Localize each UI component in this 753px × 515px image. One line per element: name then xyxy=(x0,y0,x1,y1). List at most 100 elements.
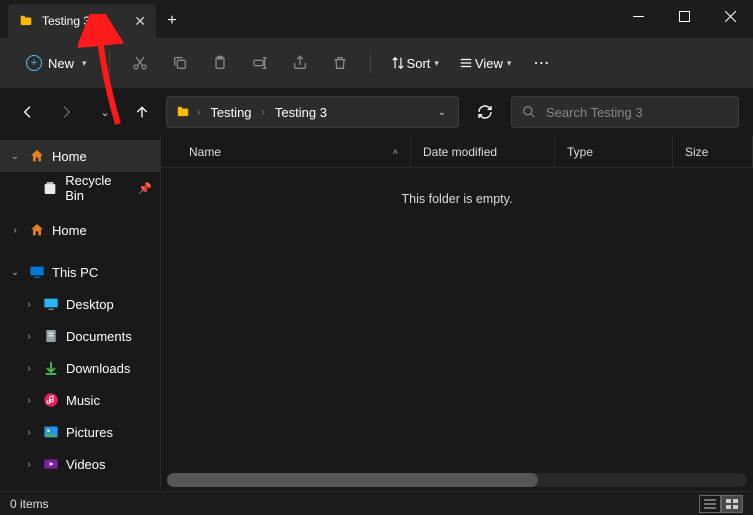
sidebar-item-home[interactable]: ⌄ Home xyxy=(0,140,160,172)
column-label: Size xyxy=(685,145,708,159)
expand-icon[interactable]: › xyxy=(22,363,36,374)
title-bar: Testing 3 ✕ + xyxy=(0,0,753,38)
back-button[interactable] xyxy=(14,98,42,126)
sidebar-label: Desktop xyxy=(66,297,114,312)
sidebar-label: Home xyxy=(52,149,87,164)
pin-icon: 📌 xyxy=(138,182,152,195)
new-tab-button[interactable]: + xyxy=(156,4,188,38)
pictures-icon xyxy=(42,423,60,441)
sidebar-label: Downloads xyxy=(66,361,130,376)
chevron-down-icon: ▾ xyxy=(434,58,439,69)
details-view-toggle[interactable] xyxy=(699,495,721,513)
paste-icon[interactable] xyxy=(202,45,238,81)
column-label: Name xyxy=(189,145,221,159)
view-toggles xyxy=(699,495,743,513)
horizontal-scrollbar[interactable] xyxy=(167,473,747,487)
sidebar-item-videos[interactable]: › Videos xyxy=(0,448,160,480)
column-size[interactable]: Size xyxy=(673,136,753,167)
forward-button[interactable] xyxy=(52,98,80,126)
copy-icon[interactable] xyxy=(162,45,198,81)
sidebar: ⌄ Home · Recycle Bin 📌 › Home ⌄ This PC … xyxy=(0,136,160,491)
search-icon xyxy=(522,105,536,119)
sidebar-item-music[interactable]: › Music xyxy=(0,384,160,416)
column-label: Date modified xyxy=(423,145,497,159)
address-bar[interactable]: › Testing › Testing 3 ⌄ xyxy=(166,96,459,128)
column-name[interactable]: Name ˄ xyxy=(161,136,411,167)
expand-icon[interactable]: › xyxy=(22,331,36,342)
folder-icon xyxy=(175,105,191,119)
chevron-right-icon: › xyxy=(262,107,265,118)
sidebar-label: This PC xyxy=(52,265,98,280)
sidebar-item-home-2[interactable]: › Home xyxy=(0,214,160,246)
scrollbar-thumb[interactable] xyxy=(167,473,538,487)
sidebar-item-documents[interactable]: › Documents xyxy=(0,320,160,352)
music-icon xyxy=(42,391,60,409)
cut-icon[interactable] xyxy=(122,45,158,81)
column-date[interactable]: Date modified xyxy=(411,136,555,167)
breadcrumb-item[interactable]: Testing 3 xyxy=(271,103,331,122)
sort-label: Sort xyxy=(407,56,431,71)
sidebar-item-pictures[interactable]: › Pictures xyxy=(0,416,160,448)
recent-locations-button[interactable]: ⌄ xyxy=(90,98,118,126)
sidebar-label: Home xyxy=(52,223,87,238)
breadcrumb-item[interactable]: Testing xyxy=(206,103,255,122)
expand-icon[interactable]: › xyxy=(22,395,36,406)
view-label: View xyxy=(475,56,503,71)
chevron-right-icon: › xyxy=(197,107,200,118)
collapse-icon[interactable]: ⌄ xyxy=(8,151,22,162)
new-label: New xyxy=(48,56,74,71)
sidebar-item-downloads[interactable]: › Downloads xyxy=(0,352,160,384)
column-type[interactable]: Type xyxy=(555,136,673,167)
desktop-icon xyxy=(42,295,60,313)
sidebar-label: Pictures xyxy=(66,425,113,440)
close-window-button[interactable] xyxy=(707,0,753,32)
expand-icon[interactable]: › xyxy=(22,459,36,470)
maximize-button[interactable] xyxy=(661,0,707,32)
item-count: 0 items xyxy=(10,497,49,511)
more-button[interactable]: ⋯ xyxy=(523,45,559,81)
address-dropdown-icon[interactable]: ⌄ xyxy=(434,103,450,122)
delete-icon[interactable] xyxy=(322,45,358,81)
icons-view-toggle[interactable] xyxy=(721,495,743,513)
sidebar-label: Videos xyxy=(66,457,106,472)
chevron-down-icon: ▾ xyxy=(507,58,512,69)
sidebar-item-recycle-bin[interactable]: · Recycle Bin 📌 xyxy=(0,172,160,204)
chevron-down-icon: ▾ xyxy=(82,58,87,69)
sidebar-item-desktop[interactable]: › Desktop xyxy=(0,288,160,320)
view-icon xyxy=(459,56,473,70)
sort-icon xyxy=(391,56,405,70)
main-body: ⌄ Home · Recycle Bin 📌 › Home ⌄ This PC … xyxy=(0,136,753,491)
column-headers: Name ˄ Date modified Type Size xyxy=(161,136,753,168)
expand-icon[interactable]: › xyxy=(22,299,36,310)
expand-icon[interactable]: › xyxy=(22,427,36,438)
recycle-bin-icon xyxy=(42,179,60,197)
sort-indicator-icon: ˄ xyxy=(393,147,398,157)
plus-icon: + xyxy=(26,55,42,71)
collapse-icon[interactable]: ⌄ xyxy=(8,267,22,278)
sidebar-item-this-pc[interactable]: ⌄ This PC xyxy=(0,256,160,288)
home-icon xyxy=(28,147,46,165)
separator xyxy=(109,52,110,74)
up-button[interactable] xyxy=(128,98,156,126)
expand-icon[interactable]: › xyxy=(8,225,22,236)
videos-icon xyxy=(42,455,60,473)
refresh-button[interactable] xyxy=(469,96,501,128)
downloads-icon xyxy=(42,359,60,377)
content-pane: Name ˄ Date modified Type Size This fold… xyxy=(160,136,753,491)
rename-icon[interactable] xyxy=(242,45,278,81)
empty-folder-message: This folder is empty. xyxy=(161,192,753,206)
share-icon[interactable] xyxy=(282,45,318,81)
sort-button[interactable]: Sort ▾ xyxy=(383,50,447,77)
column-label: Type xyxy=(567,145,593,159)
sidebar-label: Music xyxy=(66,393,100,408)
window-controls xyxy=(615,0,753,32)
close-tab-icon[interactable]: ✕ xyxy=(134,13,146,30)
folder-icon xyxy=(18,14,34,28)
search-input[interactable] xyxy=(546,105,728,120)
view-button[interactable]: View ▾ xyxy=(451,50,519,77)
new-button[interactable]: + New ▾ xyxy=(16,49,97,77)
nav-bar: ⌄ › Testing › Testing 3 ⌄ xyxy=(0,88,753,136)
minimize-button[interactable] xyxy=(615,0,661,32)
tab-active[interactable]: Testing 3 ✕ xyxy=(8,4,156,38)
search-box[interactable] xyxy=(511,96,739,128)
